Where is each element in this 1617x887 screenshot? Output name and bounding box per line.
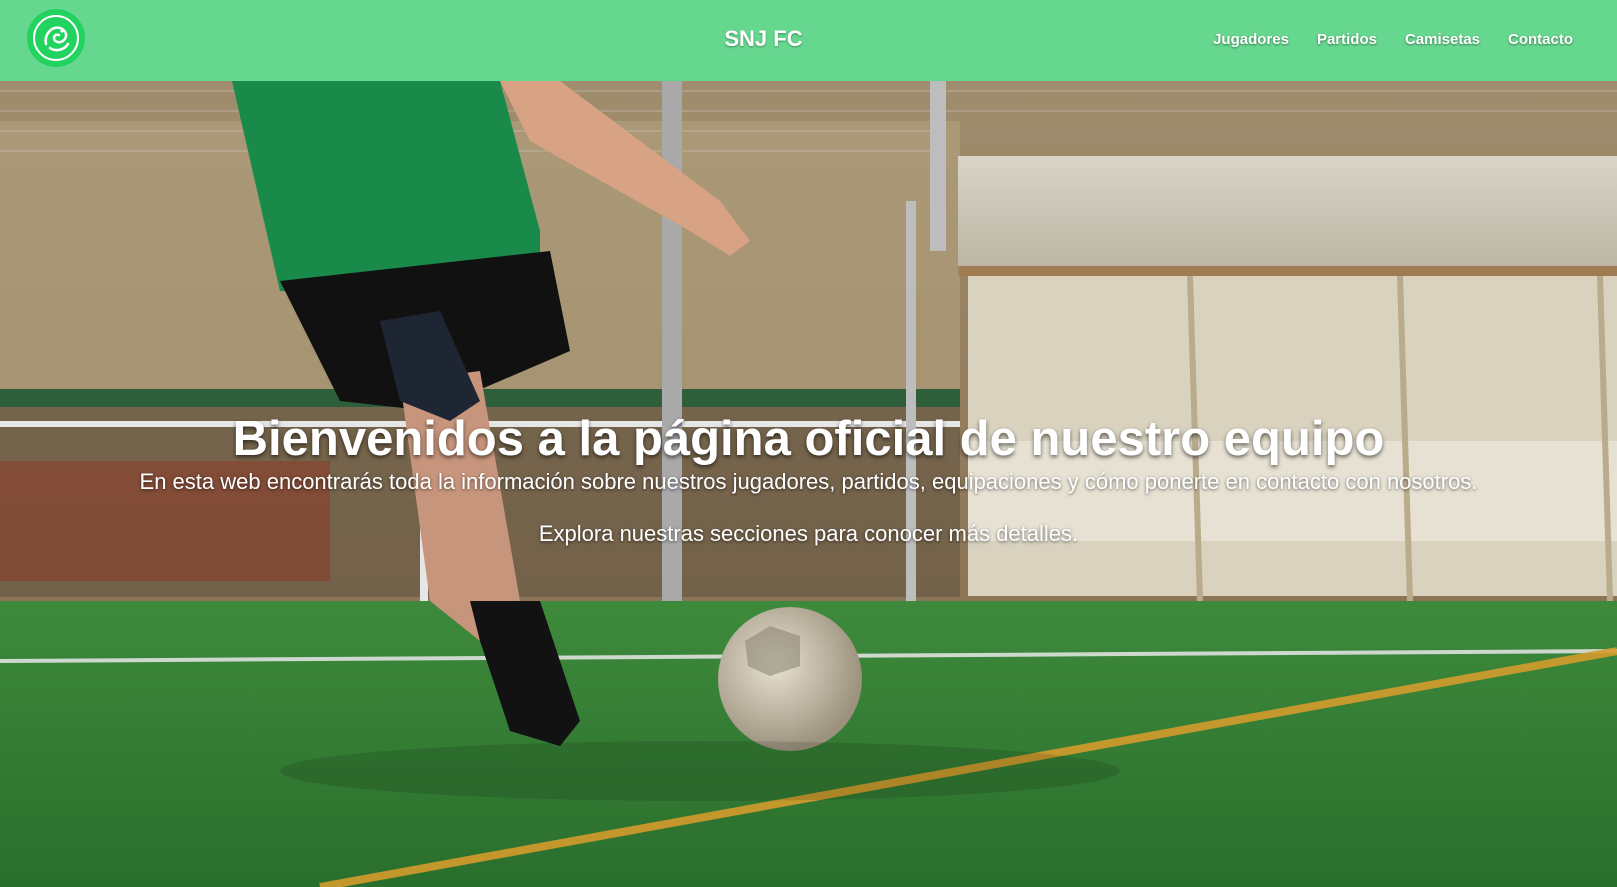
team-logo[interactable]	[26, 8, 86, 68]
nav-camisetas[interactable]: Camisetas	[1405, 31, 1480, 48]
nav-partidos[interactable]: Partidos	[1317, 31, 1377, 48]
main-nav: Jugadores Partidos Camisetas Contacto	[1213, 0, 1573, 78]
site-title[interactable]: SNJ FC	[724, 26, 802, 52]
hero-title: Bienvenidos a la página oficial de nuest…	[232, 412, 1385, 466]
hero-intro-text: En esta web encontrarás toda la informac…	[139, 469, 1478, 494]
site-header: SNJ FC Jugadores Partidos Camisetas Cont…	[0, 0, 1617, 81]
hero-section: Bienvenidos a la página oficial de nuest…	[0, 81, 1617, 887]
dragon-emblem-icon	[27, 9, 85, 67]
hero-explore-text: Explora nuestras secciones para conocer …	[538, 521, 1079, 546]
hero-content: Bienvenidos a la página oficial de nuest…	[0, 81, 1617, 887]
nav-contacto[interactable]: Contacto	[1508, 31, 1573, 48]
nav-jugadores[interactable]: Jugadores	[1213, 31, 1289, 48]
